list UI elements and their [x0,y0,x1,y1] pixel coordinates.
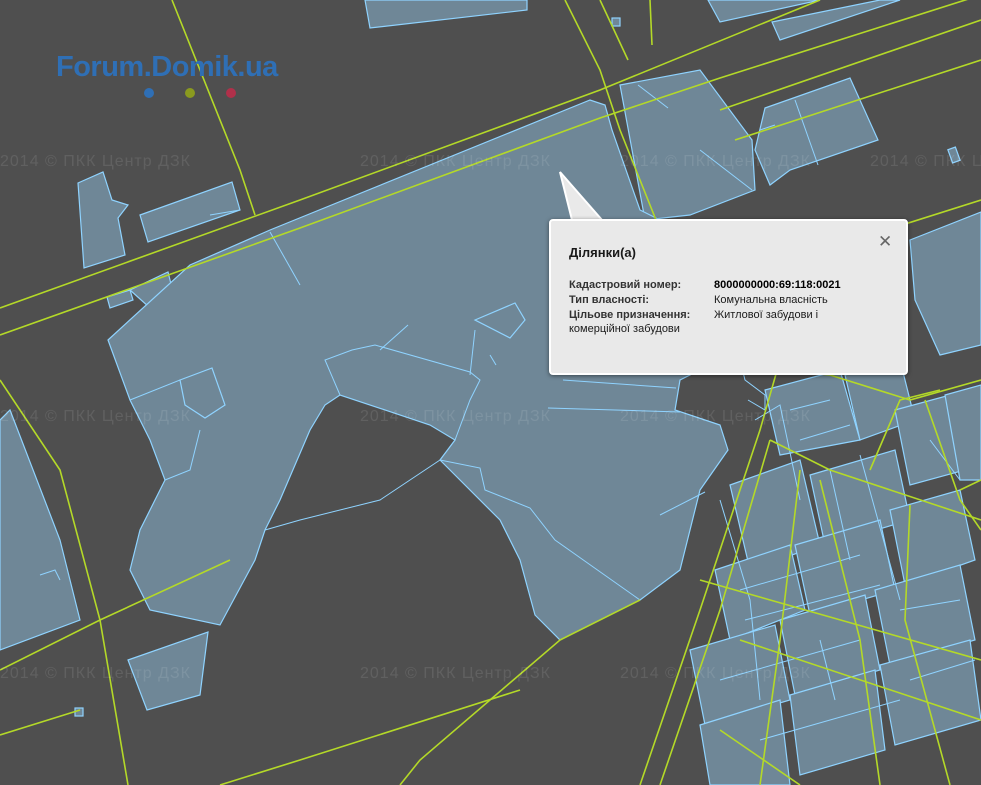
parcel [611,17,621,27]
field-value: Комунальна власність [714,294,828,306]
field-label: Тип власності: [569,294,650,306]
logo-dot-red [226,88,236,98]
close-icon[interactable]: ✕ [878,233,892,250]
logo-dot-blue [144,88,154,98]
field-label: Цільове призначення: [569,309,691,321]
popup-pointer [559,171,605,221]
logo-text: Forum.Domik.ua [56,51,278,83]
forum-domik-logo: Forum.Domik.ua [56,50,326,106]
parcel-info-popup: Ділянки(а) ✕ Кадастровий номер: 80000000… [549,219,908,375]
field-purpose-continued: комерційної забудови [569,323,680,335]
field-label: Кадастровий номер: [569,279,682,291]
field-value: 8000000000:69:118:0021 [714,279,841,291]
logo-dots [144,88,244,100]
popup-title: Ділянки(а) [569,245,636,260]
logo-dot-olive [185,88,195,98]
field-value: Житлової забудови і [714,309,819,321]
cadastral-map[interactable]: 2014 © ПКК Центр ДЗК 2014 © ПКК Центр ДЗ… [0,0,981,785]
map-canvas[interactable] [0,0,981,785]
